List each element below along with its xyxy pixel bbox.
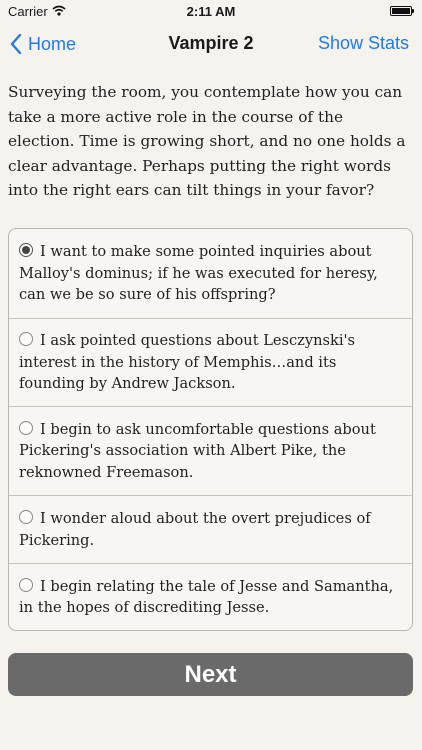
choice-list: I want to make some pointed inquiries ab… (8, 228, 413, 631)
wifi-icon (52, 5, 66, 16)
navigation-bar: Home Vampire 2 Show Stats (0, 22, 422, 66)
home-back-label: Home (28, 33, 77, 54)
next-button[interactable]: Next (8, 653, 413, 696)
choice-text: I want to make some pointed inquiries ab… (19, 243, 378, 304)
carrier-label: Carrier (8, 4, 48, 19)
choice-option[interactable]: I wonder aloud about the overt prejudice… (9, 495, 412, 563)
radio-unselected-icon[interactable] (19, 577, 33, 592)
choice-text: I begin to ask uncomfortable questions a… (19, 420, 376, 481)
choice-option[interactable]: I ask pointed questions about Lesczynski… (9, 318, 412, 406)
home-back-button[interactable]: Home (10, 32, 76, 56)
radio-selected-icon[interactable] (19, 243, 33, 258)
choice-option[interactable]: I begin to ask uncomfortable questions a… (9, 406, 412, 495)
radio-unselected-icon[interactable] (19, 420, 33, 435)
radio-unselected-icon[interactable] (19, 332, 33, 347)
choice-option[interactable]: I begin relating the tale of Jesse and S… (9, 563, 412, 630)
story-passage: Surveying the room, you contemplate how … (8, 83, 406, 199)
choice-text: I wonder aloud about the overt prejudice… (19, 510, 371, 549)
choice-text: I ask pointed questions about Lesczynski… (19, 332, 356, 393)
status-bar: Carrier 2:11 AM (0, 0, 422, 22)
show-stats-button[interactable]: Show Stats (318, 33, 409, 54)
chevron-left-icon (10, 34, 22, 54)
choice-option[interactable]: I want to make some pointed inquiries ab… (9, 229, 412, 318)
battery-icon (390, 6, 414, 16)
radio-unselected-icon[interactable] (19, 510, 33, 524)
choice-text: I begin relating the tale of Jesse and S… (19, 577, 394, 617)
